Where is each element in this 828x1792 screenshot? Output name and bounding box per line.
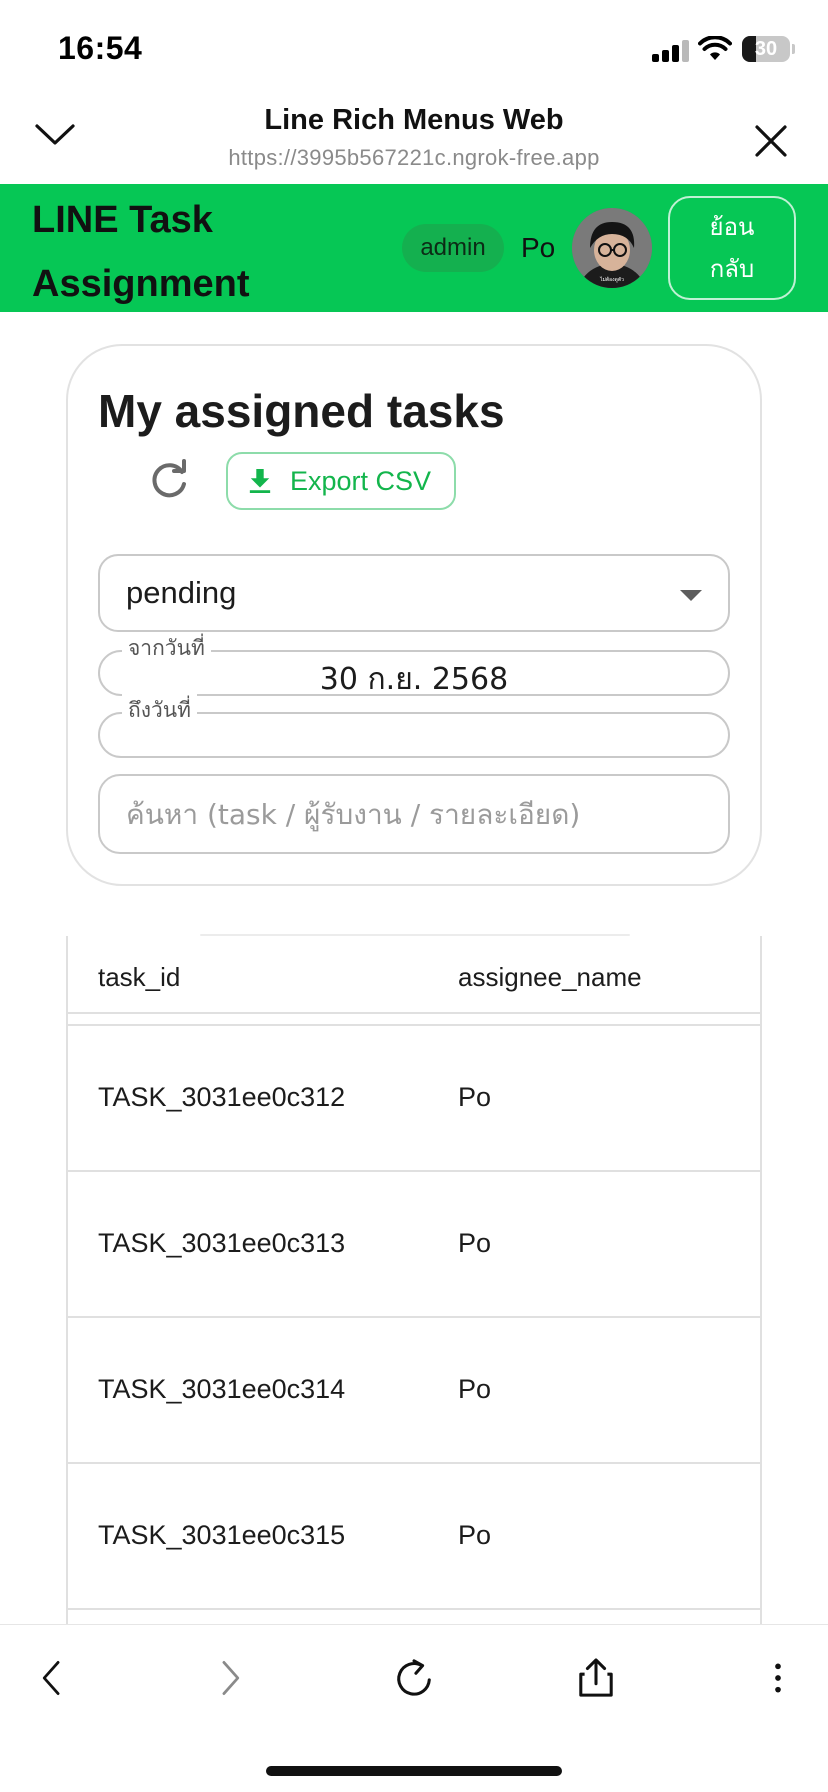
table-body: TASK_3031ee0c312 Po TASK_3031ee0c313 Po …: [68, 1026, 760, 1610]
table-row[interactable]: TASK_3031ee0c314 Po: [68, 1318, 760, 1464]
page-title: My assigned tasks: [98, 385, 505, 437]
download-icon: [249, 469, 271, 493]
column-header-task-id[interactable]: task_id: [98, 962, 180, 993]
avatar-image: ไม่ต้องดูตัว: [572, 208, 652, 288]
battery-level: 30: [754, 37, 778, 60]
table-row[interactable]: TASK_3031ee0c313 Po: [68, 1172, 760, 1318]
to-date-field[interactable]: ถึงวันที่: [98, 694, 730, 758]
assignee-cell: Po: [458, 1082, 492, 1112]
to-date-label: ถึงวันที่: [122, 694, 197, 727]
battery-tip: [792, 44, 795, 54]
reload-icon[interactable]: [382, 1646, 446, 1710]
table-row[interactable]: TASK_3031ee0c315 Po: [68, 1464, 760, 1610]
back-icon[interactable]: [20, 1646, 84, 1710]
avatar-caption: ไม่ต้องดูตัว: [599, 276, 624, 283]
cellular-signal-icon: [652, 40, 690, 62]
task-id-cell: TASK_3031ee0c314: [98, 1374, 346, 1404]
status-select[interactable]: pending: [98, 554, 730, 632]
caret-down-icon: [680, 590, 702, 601]
browser-page-title: Line Rich Menus Web: [264, 104, 564, 136]
table-header: task_id assignee_name: [68, 936, 760, 1014]
task-id-cell: TASK_3031ee0c315: [98, 1520, 346, 1550]
table-row[interactable]: TASK_3031ee0c312 Po: [68, 1026, 760, 1172]
browser-url: https://3995b567221c.ngrok-free.app: [228, 145, 600, 170]
refresh-button[interactable]: [148, 458, 192, 502]
assignee-cell: Po: [458, 1520, 492, 1550]
status-bar: 16:54 30: [0, 0, 828, 96]
role-badge: admin: [402, 224, 504, 272]
forward-icon[interactable]: [198, 1646, 262, 1710]
battery-icon: 30: [742, 36, 790, 62]
more-icon[interactable]: [746, 1646, 810, 1710]
task-id-cell: TASK_3031ee0c312: [98, 1082, 346, 1112]
status-time: 16:54: [58, 30, 143, 66]
back-button[interactable]: ย้อนกลับ: [668, 196, 796, 300]
task-id-cell: TASK_3031ee0c313: [98, 1228, 346, 1258]
export-csv-button[interactable]: Export CSV: [226, 452, 456, 510]
column-header-assignee-name[interactable]: assignee_name: [458, 962, 642, 993]
app-title: LINE Task Assignment: [32, 199, 250, 305]
user-name: Po: [521, 232, 556, 263]
assignee-cell: Po: [458, 1374, 492, 1404]
home-indicator: [266, 1766, 562, 1776]
status-select-value: pending: [126, 575, 237, 610]
from-date-field[interactable]: จากวันที่ 30 ก.ย. 2568: [98, 632, 730, 697]
task-table[interactable]: task_id assignee_name TASK_3031ee0c312 P…: [66, 936, 762, 1626]
export-csv-label: Export CSV: [290, 465, 432, 496]
search-input[interactable]: [98, 774, 730, 854]
assignee-cell: Po: [458, 1228, 492, 1258]
share-icon[interactable]: [564, 1646, 628, 1710]
close-icon[interactable]: [754, 124, 788, 158]
avatar[interactable]: ไม่ต้องดูตัว: [572, 208, 652, 288]
chevron-down-icon[interactable]: [34, 122, 76, 148]
wifi-icon: [698, 36, 732, 60]
refresh-icon: [152, 459, 186, 498]
